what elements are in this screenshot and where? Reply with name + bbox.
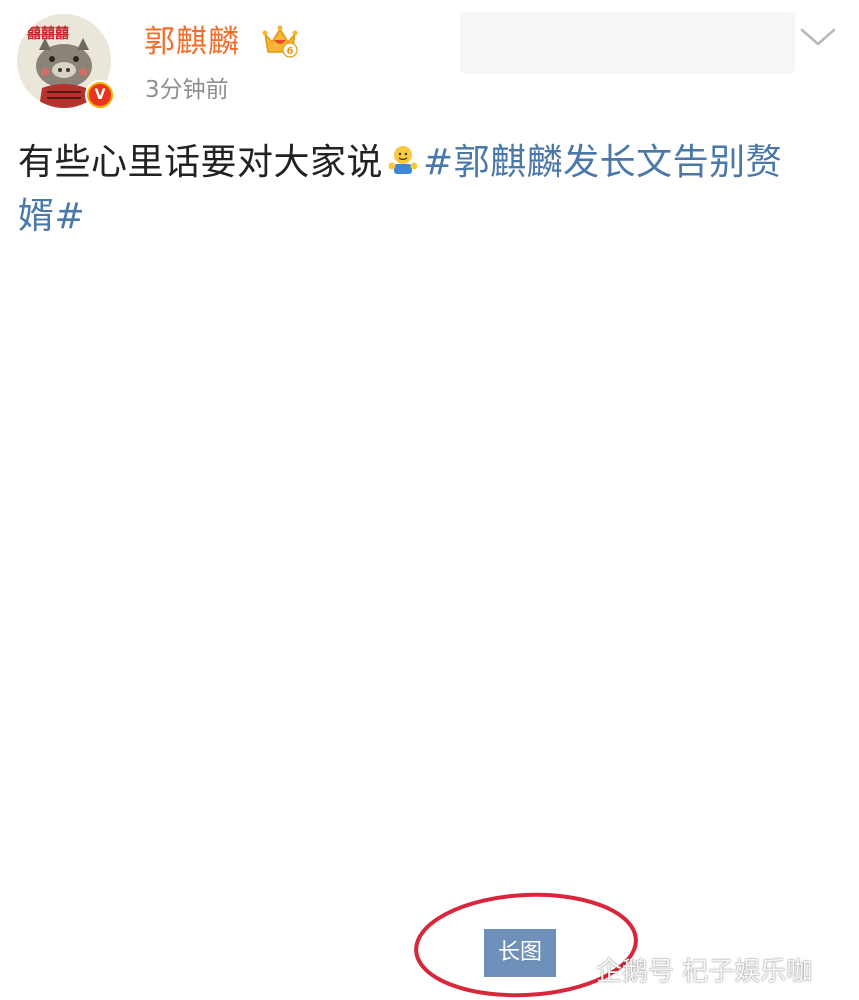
penguin-icon xyxy=(564,957,586,983)
post-text-plain: 有些心里话要对大家说 xyxy=(18,142,384,183)
post-timestamp: 3分钟前 xyxy=(145,77,229,103)
source-watermark: 企鹅号 杞子娱乐咖 xyxy=(560,952,813,987)
hug-emoji-icon xyxy=(388,146,418,174)
author-name[interactable]: 郭麒麟 xyxy=(144,22,240,62)
chevron-down-icon[interactable] xyxy=(798,24,838,50)
blurred-region xyxy=(460,12,795,74)
long-image-label[interactable]: 长图 xyxy=(484,929,556,977)
verified-letter: V xyxy=(89,84,111,106)
svg-text:囍囍囍: 囍囍囍 xyxy=(27,25,69,42)
vip-level: 6 xyxy=(287,46,294,57)
vip-crown-icon[interactable]: 6 xyxy=(262,24,298,58)
post-content: 有些心里话要对大家说 #郭麒麟发长文告别赘婿# xyxy=(18,136,818,244)
verified-v-badge-icon: V xyxy=(85,80,115,110)
post-header: 囍囍囍 V 郭麒麟 6 3分钟前 xyxy=(0,0,859,120)
author-avatar[interactable]: 囍囍囍 V xyxy=(17,14,115,110)
watermark-text: 企鹅号 杞子娱乐咖 xyxy=(596,956,813,987)
